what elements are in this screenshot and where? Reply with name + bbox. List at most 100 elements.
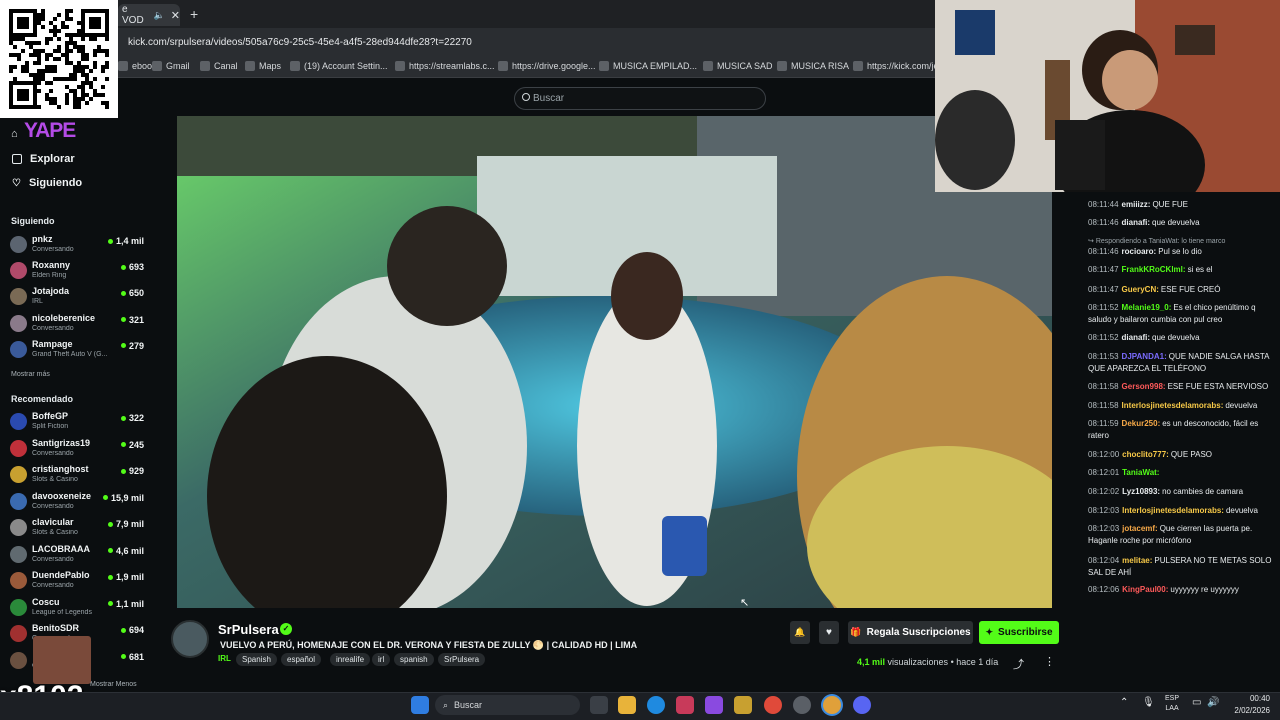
home-icon[interactable]: ⌂ bbox=[11, 128, 18, 140]
chat-username[interactable]: Interlosjinetesdelamorabs: bbox=[1122, 506, 1224, 515]
chat-username[interactable]: dianafi: bbox=[1122, 218, 1150, 227]
chat-username[interactable]: emiiizz: bbox=[1122, 200, 1151, 209]
channel-avatar bbox=[10, 492, 27, 510]
chat-username[interactable]: FrankKRoCKlml: bbox=[1122, 265, 1186, 274]
taskbar-search[interactable]: ⌕ Buscar bbox=[435, 695, 580, 715]
mute-tab-icon[interactable]: 🔈 bbox=[154, 10, 165, 21]
chrome-active-icon[interactable] bbox=[823, 696, 841, 714]
search-input[interactable]: Buscar bbox=[514, 87, 766, 110]
task-view-icon[interactable] bbox=[590, 696, 608, 714]
subscribe-button[interactable]: ✦ Suscribirse bbox=[979, 621, 1059, 644]
stream-tag[interactable]: Spanish bbox=[236, 653, 277, 666]
sidebar-explore[interactable]: Explorar bbox=[12, 153, 75, 165]
windows-start-icon[interactable] bbox=[411, 696, 429, 714]
channel-viewers: 7,9 mil bbox=[107, 519, 144, 529]
chat-username[interactable]: jotacemf: bbox=[1122, 524, 1158, 533]
chat-username[interactable]: TaniaWat: bbox=[1122, 468, 1159, 477]
chat-username[interactable]: dianafi: bbox=[1122, 333, 1150, 342]
stream-tag[interactable]: spanish bbox=[394, 653, 434, 666]
chat-username[interactable]: melitae: bbox=[1122, 556, 1152, 565]
close-tab-icon[interactable]: ✕ bbox=[171, 9, 180, 22]
streamer-name[interactable]: SrPulsera bbox=[218, 622, 279, 637]
viewer-count: 694 bbox=[128, 625, 144, 635]
qr-module bbox=[17, 57, 21, 61]
discord-icon[interactable] bbox=[853, 696, 871, 714]
sidebar-channel[interactable]: Jotajoda IRL 650 bbox=[10, 286, 148, 310]
chat-username[interactable]: choclito777: bbox=[1122, 450, 1169, 459]
channel-name: nicoleberenice bbox=[32, 312, 96, 323]
url-field[interactable]: kick.com/srpulsera/videos/505a76c9-25c5-… bbox=[128, 37, 472, 48]
show-less-link[interactable]: Mostrar Menos bbox=[90, 681, 137, 688]
bookmark-item[interactable]: Maps bbox=[245, 61, 281, 71]
chat-username[interactable]: KingPaul00: bbox=[1122, 585, 1168, 594]
stream-tag[interactable]: irl bbox=[372, 653, 391, 666]
chat-username[interactable]: GueryCN: bbox=[1122, 285, 1159, 294]
sidebar-channel[interactable]: Santigrizas19 Conversando 245 bbox=[10, 438, 148, 462]
browser-tab[interactable]: e VOD 🔈 ✕ bbox=[118, 4, 180, 26]
follow-button[interactable]: ♥ bbox=[819, 621, 839, 644]
sidebar-channel[interactable]: LACOBRAAA Conversando 4,6 mil bbox=[10, 544, 148, 568]
sidebar-channel[interactable]: nicoleberenice Conversando 321 bbox=[10, 313, 148, 337]
sidebar-channel[interactable]: clavicular Slots & Casino 7,9 mil bbox=[10, 517, 148, 541]
tab-label: e VOD bbox=[122, 4, 144, 26]
tray-chevron-icon[interactable]: ⌃ bbox=[1120, 697, 1128, 708]
more-options-icon[interactable]: ⋮ bbox=[1044, 655, 1055, 668]
video-player[interactable] bbox=[177, 116, 1052, 608]
chat-username[interactable]: Interlosjinetesdelamorabs: bbox=[1122, 401, 1224, 410]
notification-button[interactable]: 🔔 bbox=[790, 621, 810, 644]
show-more-link[interactable]: Mostrar más bbox=[11, 371, 50, 378]
chat-username[interactable]: Lyz10893: bbox=[1122, 487, 1160, 496]
live-dot-icon bbox=[120, 264, 126, 270]
category-link[interactable]: IRL bbox=[218, 654, 231, 663]
new-tab-icon[interactable]: + bbox=[190, 6, 198, 22]
sidebar-channel[interactable]: Coscu League of Legends 1,1 mil bbox=[10, 597, 148, 621]
bookmark-item[interactable]: MUSICA RISA bbox=[777, 61, 849, 71]
streamer-avatar[interactable] bbox=[171, 620, 209, 658]
obs-icon[interactable] bbox=[793, 696, 811, 714]
store-icon[interactable] bbox=[676, 696, 694, 714]
chat-time: 08:11:47 bbox=[1088, 265, 1119, 274]
chat-username[interactable]: Gerson998: bbox=[1122, 382, 1166, 391]
microphone-icon[interactable]: 🎙 bbox=[1142, 697, 1155, 708]
taskbar-clock[interactable]: 00:40 2/02/2026 bbox=[1218, 693, 1270, 717]
chat-username[interactable]: Melanie19_0: bbox=[1122, 303, 1172, 312]
channel-viewers: 1,1 mil bbox=[107, 599, 144, 609]
sidebar-channel[interactable]: cristianghost Slots & Casino 929 bbox=[10, 464, 148, 488]
bookmark-item[interactable]: https://kick.com/je bbox=[853, 61, 939, 71]
sidebar-channel[interactable]: davooxeneize Conversando 15,9 mil bbox=[10, 491, 148, 515]
language-indicator[interactable]: ESP LAA bbox=[1165, 694, 1179, 714]
stream-tag[interactable]: español bbox=[281, 653, 322, 666]
chat-username[interactable]: DJPANDA1: bbox=[1122, 352, 1167, 361]
sidebar-channel[interactable]: BoffeGP Split Fiction 322 bbox=[10, 411, 148, 435]
network-icon[interactable]: ▭ bbox=[1192, 697, 1201, 708]
sidebar-channel[interactable]: pnkz Conversando 1,4 mil bbox=[10, 234, 148, 258]
bookmark-item[interactable]: Canal bbox=[200, 61, 238, 71]
bookmark-item[interactable]: https://drive.google... bbox=[498, 61, 596, 71]
bookmark-item[interactable]: ebook bbox=[118, 61, 157, 71]
sidebar-channel[interactable]: DuendePablo Conversando 1,9 mil bbox=[10, 570, 148, 594]
qr-module bbox=[65, 53, 69, 57]
qr-module bbox=[41, 9, 45, 13]
sidebar-channel[interactable]: Roxanny Elden Ring 693 bbox=[10, 260, 148, 284]
chat-username[interactable]: Dekur250: bbox=[1122, 419, 1161, 428]
file-explorer-icon[interactable] bbox=[618, 696, 636, 714]
bookmark-icon bbox=[152, 61, 162, 71]
qr-module bbox=[65, 97, 69, 101]
bookmark-item[interactable]: Gmail bbox=[152, 61, 190, 71]
bookmark-item[interactable]: (19) Account Settin... bbox=[290, 61, 388, 71]
share-icon[interactable]: ⤴ bbox=[1013, 656, 1024, 672]
copilot-icon[interactable] bbox=[705, 696, 723, 714]
clock-date: 2/02/2026 bbox=[1234, 706, 1270, 715]
stream-tag[interactable]: SrPulsera bbox=[438, 653, 486, 666]
chrome-icon[interactable] bbox=[764, 696, 782, 714]
chat-username[interactable]: rocioaro: bbox=[1122, 247, 1157, 256]
bookmark-item[interactable]: MUSICA SAD bbox=[703, 61, 773, 71]
gift-subs-button[interactable]: 🎁 Regala Suscripciones bbox=[848, 621, 973, 644]
sidebar-following[interactable]: ♡ Siguiendo bbox=[12, 177, 82, 189]
edge-icon[interactable] bbox=[647, 696, 665, 714]
sidebar-channel[interactable]: Rampage Grand Theft Auto V (G... 279 bbox=[10, 339, 148, 363]
game-icon[interactable] bbox=[734, 696, 752, 714]
bookmark-item[interactable]: MUSICA EMPILAD... bbox=[599, 61, 697, 71]
stream-tag[interactable]: inrealife bbox=[330, 653, 371, 666]
bookmark-item[interactable]: https://streamlabs.c... bbox=[395, 61, 495, 71]
